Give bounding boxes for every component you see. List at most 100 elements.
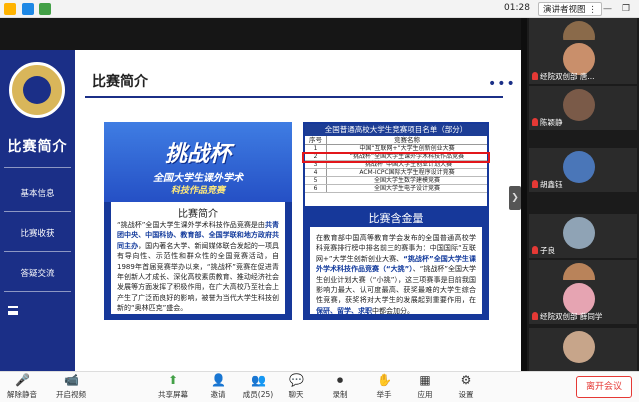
logo-center (23, 76, 51, 104)
highlight-box (302, 152, 490, 163)
meeting-time: 01:28 (504, 3, 530, 13)
raise-hand-button[interactable]: ✋ 举手 (364, 374, 404, 400)
participant-name: 胡鑫钰 (532, 179, 563, 190)
participant-tile[interactable] (529, 328, 637, 372)
intro-text-2: ，国内著名大学、新闻媒体联合发起的一项具有导向性、示范性和群众性的全国竞赛活动，… (117, 241, 280, 313)
muted-mic-icon: 🎤 (15, 373, 30, 387)
row-no: 1 (305, 145, 327, 152)
intro-card: 挑战杯 全国大学生课外学术 科技作品竞赛 比赛简介 “挑战杯”全国大学生课外学术… (104, 122, 292, 320)
shield-icon[interactable] (22, 3, 34, 15)
participant-tile[interactable]: 经院双创部 唐... (529, 40, 637, 84)
view-menu-icon: ⋮ (588, 5, 597, 15)
members-button[interactable]: 👥 成员(25) (238, 374, 278, 400)
divider (4, 291, 71, 292)
row-no: 6 (305, 185, 327, 192)
gear-icon: ⚙ (460, 373, 472, 387)
members-icon: 👥 (251, 373, 266, 387)
meeting-toolbar: 🎤 解除静音 📹 开启视频 ⬆ 共享屏幕 👤 邀请 👥 成员(25) 💬 聊天 ⏺ 录制 ✋ 举… (0, 371, 639, 402)
participant-tile[interactable]: 胡鑫钰 (529, 148, 637, 192)
table-row: 5 全国大学生数学建模竞赛 (305, 177, 487, 185)
share-screen-button[interactable]: ⬆ 共享屏幕 (153, 374, 193, 400)
record-button[interactable]: ⏺ 录制 (320, 374, 360, 400)
apps-button[interactable]: ▦ 应用 (405, 374, 445, 400)
participant-gallery: 经院双创部 唐... 陈颖静 胡鑫钰 子良 经院双创部 薛同学 (527, 18, 639, 372)
row-name: 全国大学生数学建模竞赛 (373, 177, 440, 184)
settings-button[interactable]: ⚙ 设置 (446, 374, 486, 400)
avatar (563, 217, 595, 249)
row-no: 5 (305, 177, 327, 184)
table-header-row: 序号 竞赛名称 (305, 136, 487, 145)
challenge-cup-banner: 挑战杯 全国大学生课外学术 科技作品竞赛 (104, 122, 292, 202)
value-text-panel: 在教育部中国高等教育学会发布的全国普通高校学科竞赛排行榜中排名前三的赛事为：中国… (310, 227, 482, 316)
muted-mic-icon (532, 180, 538, 188)
signal-icon[interactable] (39, 3, 51, 15)
muted-mic-icon (532, 312, 538, 320)
col-no-header: 序号 (305, 136, 327, 144)
competition-table: 全国普通高校大学生竞赛项目名单（部分） 序号 竞赛名称 1 中国“互联网+”大学生… (305, 124, 487, 206)
shared-slide: 比赛简介 基本信息 比赛收获 答疑交流 比赛简介 ••• 挑战杯 全国大学生课外… (0, 50, 521, 371)
unmute-label: 解除静音 (7, 390, 37, 399)
intro-text-1: “挑战杯”全国大学生课外学术科技作品竞赛是由 (117, 221, 265, 229)
divider (4, 211, 71, 212)
speaker-view-label: 演讲者视图 (543, 5, 586, 15)
banner-title: 挑战杯 (164, 142, 231, 167)
intro-text-panel: 比赛简介 “挑战杯”全国大学生课外学术科技作品竞赛是由共青团中央、中国科协、教育… (111, 202, 285, 314)
participant-name: 经院双创部 唐... (532, 71, 595, 82)
participant-tile[interactable]: 子良 (529, 214, 637, 258)
collapse-gallery-button[interactable]: ❯ (509, 186, 521, 210)
participant-tile[interactable]: 经院双创部 薛同学 (529, 280, 637, 324)
table-row: 6 全国大学生电子设计竞赛 (305, 185, 487, 193)
start-video-label: 开启视频 (56, 390, 86, 399)
value-text-3: 中都会加分。 (372, 306, 414, 315)
sidebar-item-qa: 答疑交流 (20, 269, 55, 279)
divider (4, 167, 71, 168)
value-paragraph: 在教育部中国高等教育学会发布的全国普通高校学科竞赛排行榜中排名前三的赛事为：中国… (316, 233, 476, 316)
sidebar-item-basic-info: 基本信息 (20, 189, 55, 199)
raise-hand-icon: ✋ (377, 373, 392, 387)
avatar (563, 151, 595, 183)
minimize-icon[interactable]: — (603, 4, 612, 14)
participant-tile[interactable]: 陈颖静 (529, 86, 637, 130)
more-icon: ••• (488, 76, 516, 92)
chat-button[interactable]: 💬 聊天 (276, 374, 316, 400)
row-name: ACM-ICPC国际大学生程序设计竞赛 (359, 169, 455, 176)
invite-button[interactable]: 👤 邀请 (198, 374, 238, 400)
unmute-button[interactable]: 🎤 解除静音 (2, 374, 42, 400)
share-screen-label: 共享屏幕 (158, 390, 188, 399)
meeting-top-bar: 01:28 演讲者视图 ⋮ — ❐ (0, 0, 639, 18)
raise-hand-label: 举手 (376, 390, 392, 399)
title-underline (85, 96, 503, 98)
divider (4, 251, 71, 252)
members-label: 成员(25) (242, 390, 274, 399)
start-video-button[interactable]: 📹 开启视频 (51, 374, 91, 400)
speaker-view-button[interactable]: 演讲者视图 ⋮ (538, 2, 602, 16)
participant-name: 经院双创部 薛同学 (532, 311, 602, 322)
leave-meeting-button[interactable]: 离开会议 (576, 376, 632, 398)
stage-top-gap (0, 18, 521, 50)
slide-sidebar: 比赛简介 基本信息 比赛收获 答疑交流 (0, 50, 75, 371)
restore-icon[interactable]: ❐ (622, 4, 630, 14)
menu-icon (8, 306, 18, 315)
avatar (563, 331, 595, 363)
banner-subtitle: 全国大学生课外学术 (153, 173, 243, 184)
avatar (563, 89, 595, 121)
sidebar-item-gains: 比赛收获 (20, 229, 55, 239)
school-logo (9, 62, 65, 118)
col-name-header: 竞赛名称 (394, 136, 420, 144)
intro-paragraph: “挑战杯”全国大学生课外学术科技作品竞赛是由共青团中央、中国科协、教育部、全国学… (117, 220, 279, 314)
value-card: 全国普通高校大学生竞赛项目名单（部分） 序号 竞赛名称 1 中国“互联网+”大学生… (302, 122, 490, 320)
page-title: 比赛简介 (92, 74, 148, 90)
video-off-icon: 📹 (64, 373, 79, 387)
muted-mic-icon (532, 118, 538, 126)
value-heading: 比赛含金量 (368, 212, 424, 225)
invite-label: 邀请 (210, 390, 226, 399)
chat-icon: 💬 (289, 373, 304, 387)
banner-subtitle-2: 科技作品竞赛 (170, 186, 225, 196)
row-name: 全国大学生电子设计竞赛 (373, 185, 440, 192)
record-label: 录制 (332, 390, 348, 399)
muted-mic-icon (532, 72, 538, 80)
record-icon: ⏺ (336, 373, 343, 387)
value-highlight-2: 保研、留学、求职 (316, 306, 372, 315)
warning-icon[interactable] (4, 3, 16, 15)
sidebar-title: 比赛简介 (7, 139, 68, 155)
